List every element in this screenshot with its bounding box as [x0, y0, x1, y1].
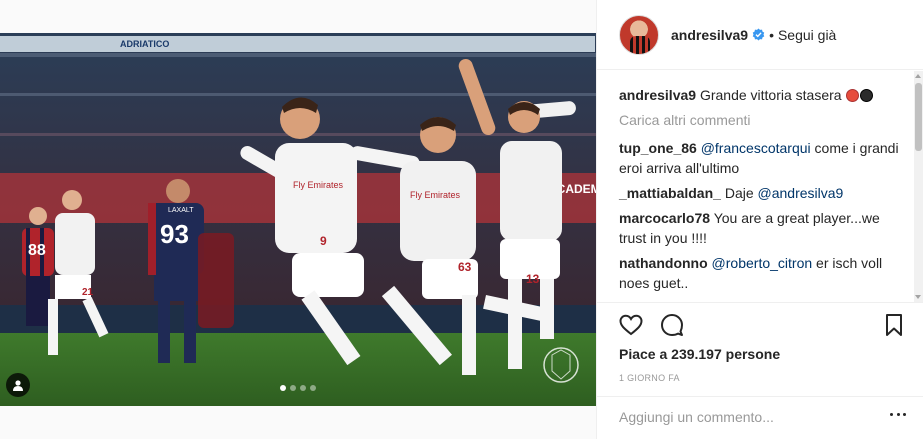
post-header: andresilva9 • Segui già — [597, 0, 923, 70]
red-circle-emoji-icon — [846, 89, 860, 102]
svg-text:13: 13 — [526, 272, 540, 286]
like-button[interactable] — [619, 313, 643, 337]
comments-scrollbar[interactable] — [914, 71, 923, 302]
svg-text:88: 88 — [28, 242, 46, 259]
comment-mention-link[interactable]: @roberto_citron — [712, 255, 813, 271]
comment-username[interactable]: marcocarlo78 — [619, 210, 710, 226]
svg-text:Fly Emirates: Fly Emirates — [410, 190, 461, 200]
add-comment-bar — [597, 396, 923, 439]
post-timestamp[interactable]: 1 GIORNO FA — [619, 373, 680, 383]
caption: andresilva9 Grande vittoria stasera — [619, 85, 900, 105]
comment-item: nathandonno @roberto_citron er isch voll… — [619, 253, 900, 293]
photo-pane: ADRIATICO ACADEM 88 21 LAXALT 93 Fly Emi… — [0, 0, 596, 439]
comment-item: _mattiabaldan_ Daje @andresilva9 — [619, 183, 900, 203]
heart-icon — [619, 314, 643, 336]
svg-text:21: 21 — [82, 287, 94, 298]
author-username[interactable]: andresilva9 — [671, 27, 748, 43]
carousel-dot[interactable] — [310, 385, 316, 391]
following-button[interactable]: Segui già — [778, 27, 836, 43]
caption-text: Grande vittoria stasera — [699, 87, 842, 103]
comment-mention-link[interactable]: @francescotarqui — [701, 140, 811, 156]
svg-text:93: 93 — [160, 219, 189, 249]
comment-button[interactable] — [660, 313, 684, 337]
svg-text:63: 63 — [458, 260, 472, 274]
svg-text:Fly Emirates: Fly Emirates — [293, 180, 344, 190]
carousel-dot[interactable] — [280, 385, 286, 391]
scroll-up-arrow-icon[interactable] — [915, 74, 921, 78]
load-more-comments-link[interactable]: Carica altri commenti — [619, 110, 900, 130]
caption-username[interactable]: andresilva9 — [619, 87, 696, 103]
comment-bubble-icon — [661, 314, 683, 336]
scrollbar-thumb[interactable] — [915, 83, 922, 151]
likes-count[interactable]: Piace a 239.197 persone — [619, 346, 780, 362]
action-bar — [619, 313, 906, 337]
svg-text:LAXALT: LAXALT — [168, 207, 194, 214]
comment-item: marcocarlo78 You are a great player...we… — [619, 208, 900, 248]
verified-badge-icon — [752, 28, 765, 41]
header-separator: • — [769, 26, 774, 43]
post-photo[interactable]: ADRIATICO ACADEM 88 21 LAXALT 93 Fly Emi… — [0, 33, 596, 406]
svg-text:9: 9 — [320, 234, 327, 248]
bookmark-icon — [886, 314, 902, 336]
carousel-dot[interactable] — [290, 385, 296, 391]
black-circle-emoji-icon — [860, 89, 874, 102]
carousel-dots — [0, 385, 596, 391]
post-actions-area: Piace a 239.197 persone 1 GIORNO FA — [597, 302, 923, 396]
ad-banner-text: ADRIATICO — [120, 39, 169, 49]
avatar[interactable] — [619, 14, 659, 55]
carousel-dot[interactable] — [300, 385, 306, 391]
comment-text: Daje — [724, 185, 758, 201]
add-comment-input[interactable] — [619, 409, 869, 425]
post-side-panel: andresilva9 • Segui già andresilva9 Gran… — [596, 0, 923, 439]
comments-list: andresilva9 Grande vittoria stasera Cari… — [597, 71, 923, 302]
scroll-down-arrow-icon[interactable] — [915, 295, 921, 299]
more-options-icon[interactable] — [890, 413, 906, 419]
football-celebration-photo: ADRIATICO ACADEM 88 21 LAXALT 93 Fly Emi… — [0, 33, 596, 406]
comment-username[interactable]: nathandonno — [619, 255, 708, 271]
save-button[interactable] — [882, 313, 906, 337]
comment-username[interactable]: _mattiabaldan_ — [619, 185, 721, 201]
comment-mention-link[interactable]: @andresilva9 — [758, 185, 844, 201]
comment-item: tup_one_86 @francescotarqui come i grand… — [619, 138, 900, 178]
comment-username[interactable]: tup_one_86 — [619, 140, 697, 156]
